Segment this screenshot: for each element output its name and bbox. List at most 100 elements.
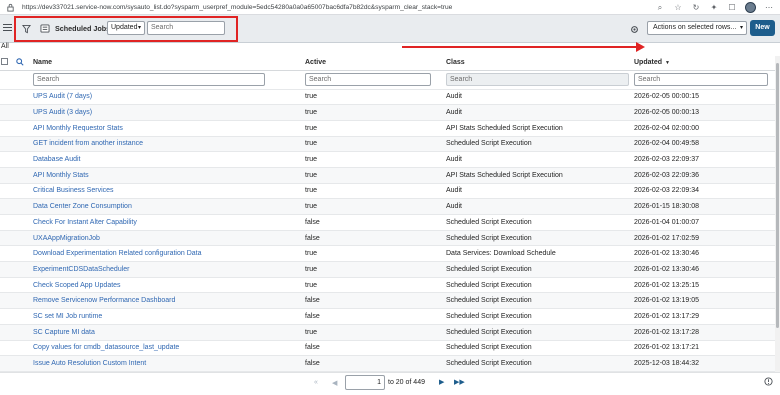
column-header-updated[interactable]: Updated ▼ [634, 56, 775, 71]
row-checkbox-cell[interactable] [0, 136, 11, 153]
table-row[interactable]: UPS Audit (7 days) true Audit 2026-02-05 00… [0, 89, 775, 106]
last-page-icon[interactable]: ▶▶ [454, 378, 465, 386]
table-row[interactable]: SC set MI Job runtime false Scheduled Scri… [0, 308, 775, 325]
table-row[interactable]: Check For Instant Alter Capability false S… [0, 214, 775, 231]
row-checkbox-cell[interactable] [0, 214, 11, 231]
next-page-icon[interactable]: ▶ [439, 378, 444, 386]
row-checkbox-cell[interactable] [0, 151, 11, 168]
row-info-cell [11, 89, 33, 106]
row-checkbox-cell[interactable] [0, 245, 11, 263]
search-icon[interactable] [16, 58, 24, 66]
row-name-link[interactable]: Check Scoped App Updates [33, 277, 305, 294]
collections-icon[interactable]: ☐ [727, 3, 737, 13]
table-row[interactable]: Download Experimentation Related configu… [0, 245, 775, 263]
table-row[interactable]: API Monthly Requestor Stats true API Stats… [0, 120, 775, 137]
actions-select[interactable]: Actions on selected rows... ▾ [647, 21, 747, 35]
row-checkbox-cell[interactable] [0, 120, 11, 137]
row-name-link[interactable]: Check For Instant Alter Capability [33, 214, 305, 231]
zoom-icon[interactable]: ⌕ [655, 3, 665, 13]
row-checkbox-cell[interactable] [0, 340, 11, 357]
row-checkbox-cell[interactable] [0, 324, 11, 341]
table-row[interactable]: Database Audit true Audit 2026-02-03 22:09:… [0, 151, 775, 168]
row-name-link[interactable]: UPS Audit (7 days) [33, 89, 305, 106]
search-toggle-header[interactable] [11, 56, 33, 71]
help-icon[interactable] [764, 377, 773, 386]
table-row[interactable]: SC Capture MI data true Scheduled Script E… [0, 324, 775, 341]
row-updated-value: 2026-02-05 00:00:15 [634, 89, 775, 106]
row-updated-value: 2026-01-02 13:25:15 [634, 277, 775, 294]
row-name-link[interactable]: SC set MI Job runtime [33, 308, 305, 325]
column-header-name[interactable]: Name [33, 56, 305, 71]
row-checkbox-cell[interactable] [0, 261, 11, 278]
row-checkbox-cell[interactable] [0, 230, 11, 247]
page-number-input[interactable]: 1 [345, 375, 385, 390]
table-row[interactable]: Check Scoped App Updates true Scheduled Sc… [0, 277, 775, 294]
row-name-link[interactable]: Critical Business Services [33, 183, 305, 200]
new-button[interactable]: New [750, 20, 775, 36]
row-info-cell [11, 136, 33, 153]
refresh-icon[interactable]: ↻ [691, 3, 701, 13]
row-checkbox-cell[interactable] [0, 89, 11, 106]
table-row[interactable]: ExperimentCDSDataScheduler true Scheduled … [0, 261, 775, 278]
table-row[interactable]: Data Center Zone Consumption true Audit 202… [0, 198, 775, 215]
row-checkbox-cell[interactable] [0, 104, 11, 121]
row-updated-value: 2025-12-03 18:44:32 [634, 355, 775, 372]
row-active-value: true [305, 324, 446, 341]
active-search-input[interactable]: Search [305, 73, 431, 86]
row-checkbox-cell[interactable] [0, 183, 11, 200]
favorite-star-icon[interactable]: ☆ [673, 3, 683, 13]
row-checkbox-cell[interactable] [0, 167, 11, 184]
extensions-icon[interactable]: ✦ [709, 3, 719, 13]
table-row[interactable]: GET incident from another instance true Sc… [0, 136, 775, 153]
select-all-header[interactable] [0, 56, 11, 71]
row-name-link[interactable]: Database Audit [33, 151, 305, 168]
row-name-link[interactable]: Issue Auto Resolution Custom Intent [33, 355, 305, 372]
row-checkbox-cell[interactable] [0, 355, 11, 372]
column-header-active[interactable]: Active [305, 56, 446, 71]
class-search-input[interactable]: Search [446, 73, 629, 86]
filter-funnel-icon[interactable] [22, 24, 31, 34]
row-name-link[interactable]: Remove Servicenow Performance Dashboard [33, 292, 305, 310]
row-checkbox-cell[interactable] [0, 308, 11, 325]
row-name-link[interactable]: API Monthly Requestor Stats [33, 120, 305, 137]
list-context-icon[interactable] [40, 24, 50, 33]
list-search-input[interactable]: Search [147, 21, 225, 35]
profile-avatar[interactable] [745, 2, 756, 13]
row-info-cell [11, 104, 33, 121]
first-page-icon[interactable]: « [314, 379, 318, 386]
url-text[interactable]: https://dev337021.service-now.com/sysaut… [22, 4, 452, 11]
breadcrumb[interactable]: All [1, 43, 9, 50]
table-row[interactable]: Issue Auto Resolution Custom Intent false… [0, 355, 775, 372]
row-name-link[interactable]: SC Capture MI data [33, 324, 305, 341]
table-row[interactable]: Critical Business Services true Audit 2026-… [0, 183, 775, 200]
more-icon[interactable]: ⋯ [764, 3, 774, 13]
gear-icon[interactable] [630, 25, 639, 34]
row-name-link[interactable]: Copy values for cmdb_datasource_last_upd… [33, 340, 305, 357]
row-checkbox-cell[interactable] [0, 292, 11, 310]
row-name-link[interactable]: UPS Audit (3 days) [33, 104, 305, 121]
table-row[interactable]: API Monthly Stats true API Stats Scheduled… [0, 167, 775, 184]
row-name-link[interactable]: Data Center Zone Consumption [33, 198, 305, 215]
name-search-input[interactable]: Search [33, 73, 265, 86]
hamburger-menu-icon[interactable] [3, 24, 12, 32]
row-active-value: false [305, 214, 446, 231]
row-name-link[interactable]: UXAAppMigrationJob [33, 230, 305, 247]
table-row[interactable]: Remove Servicenow Performance Dashboard f… [0, 292, 775, 310]
row-name-link[interactable]: GET incident from another instance [33, 136, 305, 153]
select-all-checkbox[interactable] [1, 58, 8, 66]
row-name-link[interactable]: Download Experimentation Related configu… [33, 245, 305, 263]
row-active-value: false [305, 308, 446, 325]
table-row[interactable]: Copy values for cmdb_datasource_last_upd… [0, 340, 775, 357]
row-name-link[interactable]: API Monthly Stats [33, 167, 305, 184]
column-header-class[interactable]: Class [446, 56, 634, 71]
row-checkbox-cell[interactable] [0, 277, 11, 294]
scrollbar-thumb[interactable] [776, 63, 779, 328]
row-name-link[interactable]: ExperimentCDSDataScheduler [33, 261, 305, 278]
row-class-value: API Stats Scheduled Script Execution [446, 120, 634, 137]
sort-field-select[interactable]: Updated ▾ [107, 21, 145, 35]
updated-search-input[interactable]: Search [634, 73, 768, 86]
table-row[interactable]: UXAAppMigrationJob false Scheduled Script … [0, 230, 775, 247]
table-row[interactable]: UPS Audit (3 days) true Audit 2026-02-05 00… [0, 104, 775, 121]
previous-page-icon[interactable]: ◀ [332, 379, 337, 387]
row-checkbox-cell[interactable] [0, 198, 11, 215]
